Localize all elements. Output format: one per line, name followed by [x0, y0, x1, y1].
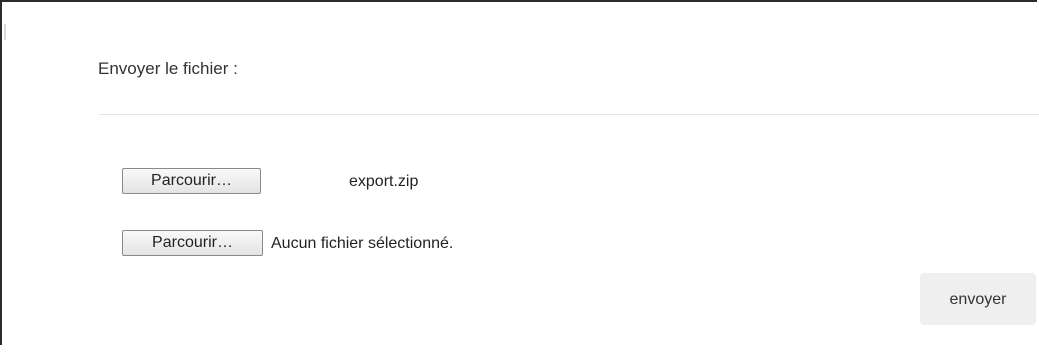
panel-divider [99, 114, 1039, 115]
panel-edge-mark [4, 24, 6, 40]
submit-button[interactable]: envoyer [920, 273, 1036, 325]
selected-file-status-2: Aucun fichier sélectionné. [271, 235, 454, 252]
selected-file-name-1: export.zip [349, 173, 419, 190]
panel-title: Envoyer le fichier : [98, 59, 238, 78]
upload-panel-frame: Envoyer le fichier : Parcourir… export.z… [0, 0, 1039, 345]
browse-button-1[interactable]: Parcourir… [122, 168, 261, 194]
browse-button-2[interactable]: Parcourir… [122, 230, 263, 256]
